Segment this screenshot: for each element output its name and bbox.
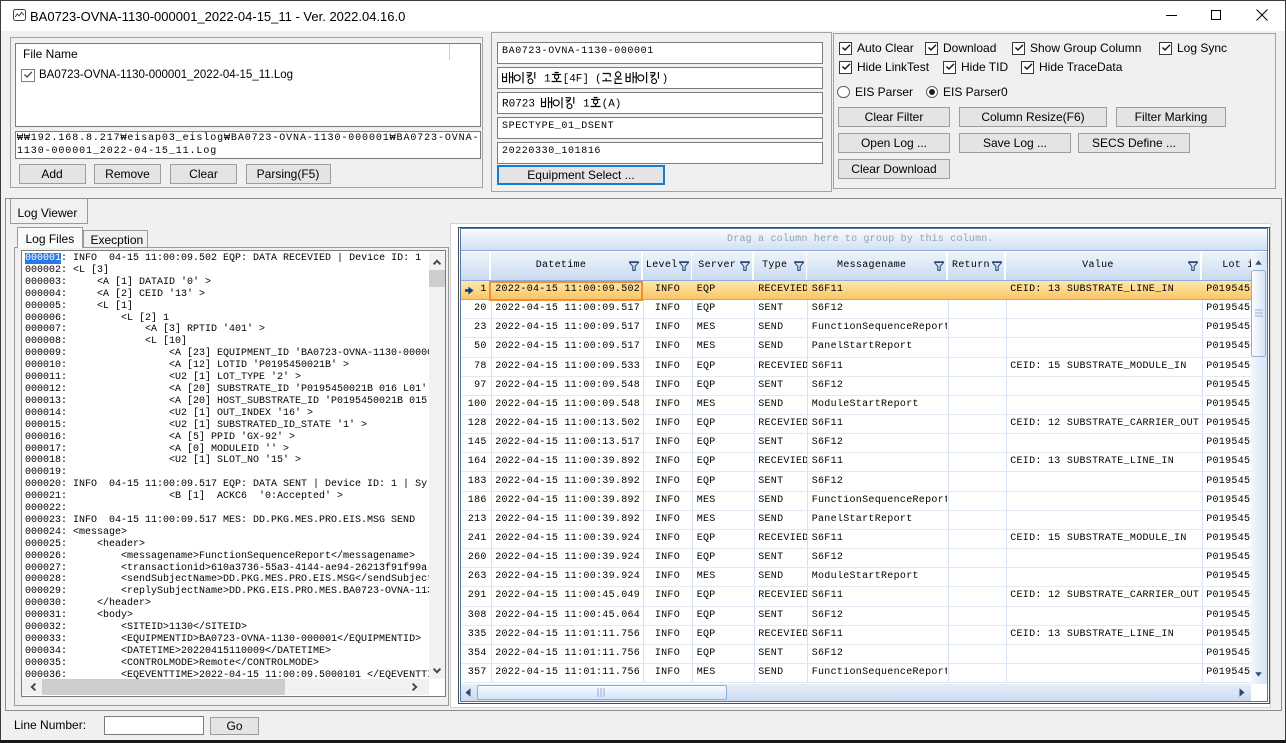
svg-text:(A): (A)	[602, 98, 622, 110]
svg-text:[4F]: [4F]	[563, 73, 589, 85]
svg-text:R0723: R0723	[502, 98, 535, 110]
svg-text:(: (	[595, 73, 602, 85]
svg-text:1: 1	[544, 73, 551, 85]
svg-text:1: 1	[583, 98, 590, 110]
svg-text:): )	[662, 73, 669, 85]
